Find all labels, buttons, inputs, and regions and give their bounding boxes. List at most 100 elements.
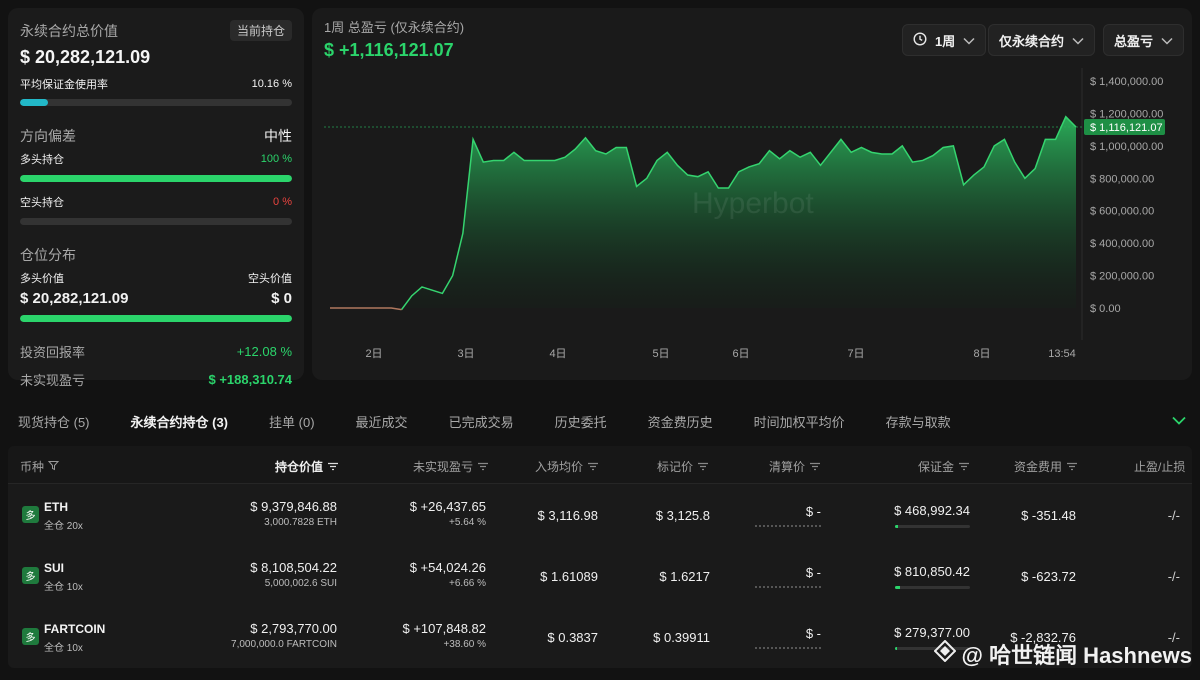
table-row[interactable]: 多 ETH 全仓 20x $ 9,379,846.88 3,000.7828 E… (8, 484, 1192, 545)
leverage: 全仓 10x (44, 643, 83, 654)
current-value-marker-label: $ 1,116,121.07 (1090, 122, 1163, 134)
tab-4[interactable]: 已完成交易 (449, 412, 514, 431)
long-positions-pct: 100 % (260, 153, 292, 165)
position-value-header[interactable]: 持仓价值 (275, 458, 339, 475)
sort-icon (809, 460, 821, 474)
entry-price-header-label: 入场均价 (535, 460, 584, 474)
sort-icon (587, 460, 599, 474)
liq-price-header[interactable]: 清算价 (769, 458, 821, 475)
liq-price: $ - (805, 565, 821, 580)
leverage: 全仓 10x (44, 582, 83, 593)
chart-watermark: Hyperbot (692, 187, 814, 220)
mark-price: $ 1.6217 (659, 569, 710, 584)
long-badge: 多 (22, 567, 39, 584)
unrealized-pnl-header[interactable]: 未实现盈亏 (413, 458, 489, 475)
long-positions-bar-fill (20, 175, 292, 182)
funding-header-label: 资金费用 (1014, 460, 1063, 474)
position-size: 5,000,002.6 SUI (264, 578, 337, 589)
margin-bar (895, 586, 970, 589)
tab-3[interactable]: 最近成交 (356, 412, 408, 431)
tab-6[interactable]: 资金费历史 (648, 412, 713, 431)
x-tick-label: 7日 (847, 348, 864, 360)
mark-price: $ 3,125.8 (655, 508, 710, 523)
margin-value: $ 468,992.34 (894, 503, 970, 518)
x-tick-label: 8日 (973, 348, 990, 360)
x-tick-label: 3日 (457, 348, 474, 360)
funding-header[interactable]: 资金费用 (1014, 458, 1078, 475)
y-tick-label: $ 1,400,000.00 (1090, 76, 1163, 88)
tab-5[interactable]: 历史委托 (555, 412, 607, 431)
mark-price-header-label: 标记价 (657, 460, 694, 474)
period-dropdown[interactable]: 1周 (902, 24, 987, 56)
current-positions-tab[interactable]: 当前持仓 (229, 20, 292, 41)
mark-price: $ 0.39911 (653, 630, 710, 645)
long-positions-label: 多头持仓 (20, 154, 64, 166)
sort-icon (477, 460, 489, 474)
unrealized-pnl-header-label: 未实现盈亏 (413, 460, 474, 474)
y-tick-label: $ 0.00 (1090, 303, 1121, 315)
tab-8[interactable]: 存款与取款 (886, 412, 951, 431)
tab-1[interactable]: 永续合约持仓 (3) (131, 412, 229, 431)
y-tick-label: $ 200,000.00 (1090, 271, 1154, 283)
short-value: $ 0 (271, 290, 292, 307)
margin-bar (895, 525, 970, 528)
unrealized-pnl-pct: +6.66 % (449, 578, 486, 589)
tab-0[interactable]: 现货持仓 (5) (18, 412, 90, 431)
scope-dropdown[interactable]: 仅永续合约 (988, 24, 1096, 56)
position-size: 3,000.7828 ETH (264, 517, 337, 528)
y-tick-label: $ 600,000.00 (1090, 206, 1154, 218)
long-positions-bar (20, 175, 292, 182)
mark-price-header[interactable]: 标记价 (657, 458, 709, 475)
table-row[interactable]: 多 SUI 全仓 10x $ 8,108,504.22 5,000,002.6 … (8, 545, 1192, 606)
period-dropdown-label: 1周 (935, 33, 956, 49)
long-value: $ 20,282,121.09 (20, 290, 129, 307)
tab-2[interactable]: 挂单 (0) (269, 412, 315, 431)
total-value-header: 永续合约总价值 当前持仓 (20, 20, 292, 41)
direction-bias-value: 中性 (264, 128, 292, 144)
pnl-chart: $ 1,400,000.00 $ 1,200,000.00 $ 1,000,000.… (324, 68, 1165, 360)
margin-header[interactable]: 保证金 (918, 458, 970, 475)
entry-price: $ 0.3837 (547, 630, 598, 645)
watermark-text: @ 哈世链闻 Hashnews (961, 643, 1193, 668)
margin-usage-bar-fill (20, 99, 48, 106)
margin-usage-label: 平均保证金使用率 (20, 79, 108, 91)
leverage: 全仓 20x (44, 521, 83, 532)
unrealized-pnl: $ +107,848.82 (402, 621, 487, 636)
total-value: $ 20,282,121.09 (20, 47, 151, 67)
margin-bar-fill (895, 647, 898, 650)
entry-price: $ 3,116.98 (537, 508, 598, 523)
unrealized-pnl: $ +54,024.26 (409, 560, 486, 575)
sort-icon (1066, 460, 1078, 474)
short-value-label: 空头价值 (248, 273, 292, 285)
margin-usage-value: 10.16 % (251, 78, 292, 90)
liq-dots (755, 525, 821, 528)
tab-7[interactable]: 时间加权平均价 (754, 412, 845, 431)
coin-symbol[interactable]: FARTCOIN (44, 622, 105, 636)
funding-fee: $ -623.72 (1021, 569, 1076, 584)
x-tick-label: 5日 (652, 348, 669, 360)
long-badge: 多 (22, 628, 39, 645)
margin-header-label: 保证金 (918, 460, 955, 474)
funding-fee: $ -351.48 (1021, 508, 1076, 523)
coin-header[interactable]: 币种 (20, 458, 60, 475)
scope-dropdown-label: 仅永续合约 (999, 33, 1065, 49)
distribution-bar-fill (20, 315, 292, 322)
diamond-logo-icon (933, 639, 956, 668)
coin-symbol[interactable]: SUI (44, 561, 64, 575)
coin-symbol[interactable]: ETH (44, 500, 68, 514)
distribution-label: 仓位分布 (20, 247, 76, 263)
unrealized-pnl-pct: +38.60 % (443, 639, 486, 650)
entry-price-header[interactable]: 入场均价 (535, 458, 599, 475)
table-header: 币种 持仓价值 未实现盈亏 入场均价 标记价 清算价 保证金 资金费用 止盈/止… (8, 446, 1192, 484)
unrealized-pnl-pct: +5.64 % (449, 517, 486, 528)
metric-dropdown[interactable]: 总盈亏 (1103, 24, 1185, 56)
collapse-toggle[interactable] (1172, 412, 1186, 430)
short-positions-pct: 0 % (273, 196, 292, 208)
position-value: $ 8,108,504.22 (250, 560, 337, 575)
long-value-label: 多头价值 (20, 273, 64, 285)
tpsl[interactable]: -/- (1168, 569, 1180, 584)
tpsl[interactable]: -/- (1168, 508, 1180, 523)
position-value: $ 2,793,770.00 (250, 621, 337, 636)
chart-title: 1周 总盈亏 (仅永续合约) (324, 20, 465, 35)
x-tick-label: 2日 (365, 348, 382, 360)
